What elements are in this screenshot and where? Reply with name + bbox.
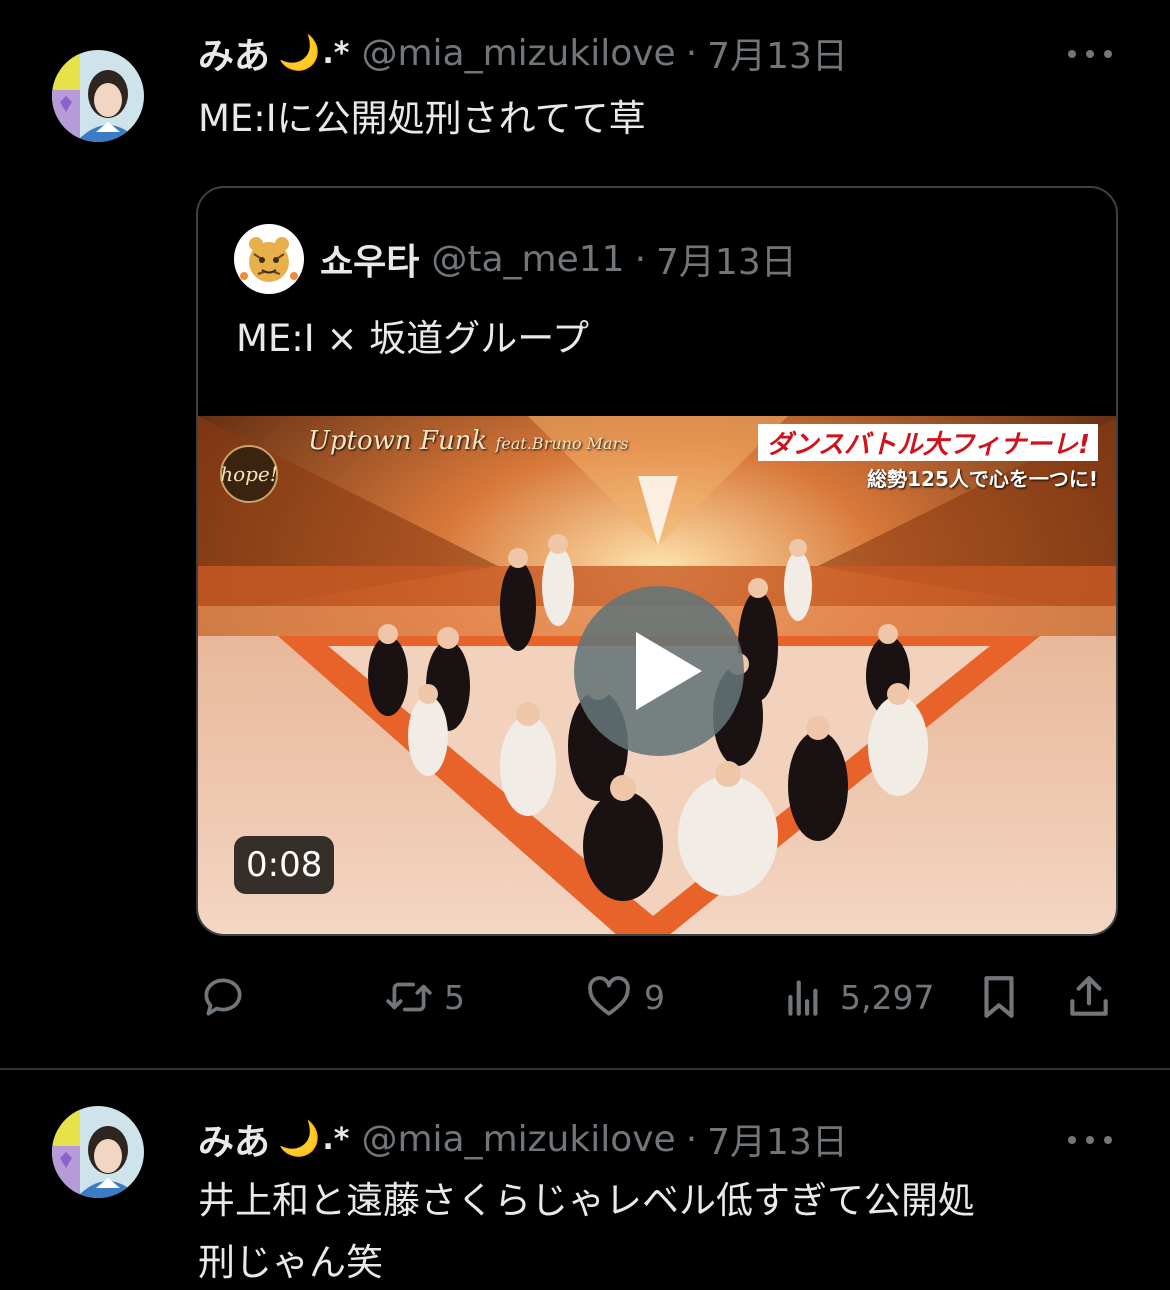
video-duration: 0:08	[234, 836, 335, 894]
video-song-feat: feat.Bruno Mars	[495, 434, 629, 453]
tweet-text: 井上和と遠藤さくらじゃレベル低すぎて公開処 刑じゃん笑	[198, 1170, 975, 1290]
tweet[interactable]: みあ 🌙 .* @mia_mizukilove · 7月13日 井上和と遠藤さく…	[0, 1070, 1170, 1290]
reply-button[interactable]	[198, 972, 258, 1022]
avatar[interactable]	[52, 1106, 144, 1198]
quoted-tweet[interactable]: 쇼우타 @ta_me11 · 7月13日 ME:I × 坂道グループ hope!…	[196, 186, 1118, 936]
bookmark-button[interactable]	[974, 972, 1024, 1022]
tweet-text-line: 刑じゃん笑	[198, 1241, 383, 1284]
tweet-text-line: 井上和と遠藤さくらじゃレベル低すぎて公開処	[198, 1179, 975, 1222]
quoted-date[interactable]: 7月13日	[656, 233, 797, 285]
heart-icon	[588, 976, 630, 1016]
show-logo: hope!	[210, 444, 288, 504]
retweet-button[interactable]: 5	[384, 972, 465, 1022]
share-button[interactable]	[1064, 972, 1114, 1022]
moon-emoji: 🌙	[278, 33, 321, 73]
retweet-count: 5	[444, 977, 465, 1017]
author-handle[interactable]: @mia_mizukilove	[361, 33, 675, 74]
avatar[interactable]	[52, 50, 144, 142]
separator-dot: ·	[685, 32, 698, 74]
share-icon	[1070, 976, 1108, 1016]
video-caption: ダンスバトル大フィナーレ! 総勢125人で心を一つに!	[758, 424, 1098, 492]
author-name-suffix: .*	[322, 1121, 350, 1157]
play-icon[interactable]	[574, 586, 744, 756]
quoted-text: ME:I × 坂道グループ	[236, 317, 589, 360]
logo-text: hope!	[220, 462, 278, 486]
action-bar: 5 9 5,297	[0, 972, 1170, 1036]
views-button[interactable]: 5,297	[780, 972, 934, 1022]
moon-emoji: 🌙	[278, 1119, 321, 1159]
tweet-text: ME:Iに公開処刑されてて草	[198, 97, 646, 140]
quoted-header: 쇼우타 @ta_me11 · 7月13日	[320, 234, 797, 284]
tweet-header: みあ 🌙 .* @mia_mizukilove · 7月13日	[198, 28, 848, 78]
like-button[interactable]: 9	[584, 972, 665, 1022]
author-name-suffix: .*	[322, 35, 350, 71]
tweet-date[interactable]: 7月13日	[707, 27, 848, 79]
author-name[interactable]: みあ	[198, 27, 270, 79]
views-count: 5,297	[840, 977, 935, 1017]
tweet-header: みあ 🌙 .* @mia_mizukilove · 7月13日	[198, 1114, 848, 1164]
author-handle[interactable]: @mia_mizukilove	[361, 1119, 675, 1160]
reply-icon	[204, 978, 242, 1016]
more-dots-icon[interactable]	[1068, 34, 1112, 74]
tweet[interactable]: みあ 🌙 .* @mia_mizukilove · 7月13日 ME:Iに公開処…	[0, 0, 1170, 1068]
quoted-author-name[interactable]: 쇼우타	[320, 233, 419, 285]
author-name[interactable]: みあ	[198, 1113, 270, 1165]
video-song-title: Uptown Funk feat.Bruno Mars	[308, 426, 629, 456]
video-caption-main: ダンスバトル大フィナーレ!	[758, 424, 1098, 461]
tweet-date[interactable]: 7月13日	[707, 1113, 848, 1165]
bookmark-icon	[984, 976, 1014, 1018]
separator-dot: ·	[634, 238, 647, 280]
retweet-icon	[386, 982, 432, 1012]
quoted-author-handle[interactable]: @ta_me11	[431, 239, 624, 280]
views-icon	[788, 980, 818, 1016]
video-player[interactable]: hope! Uptown Funk feat.Bruno Mars ダンスバトル…	[198, 416, 1116, 934]
like-count: 9	[644, 977, 665, 1017]
video-caption-sub: 総勢125人で心を一つに!	[867, 467, 1098, 491]
separator-dot: ·	[685, 1118, 698, 1160]
more-dots-icon[interactable]	[1068, 1120, 1112, 1160]
quoted-avatar[interactable]	[234, 224, 304, 294]
